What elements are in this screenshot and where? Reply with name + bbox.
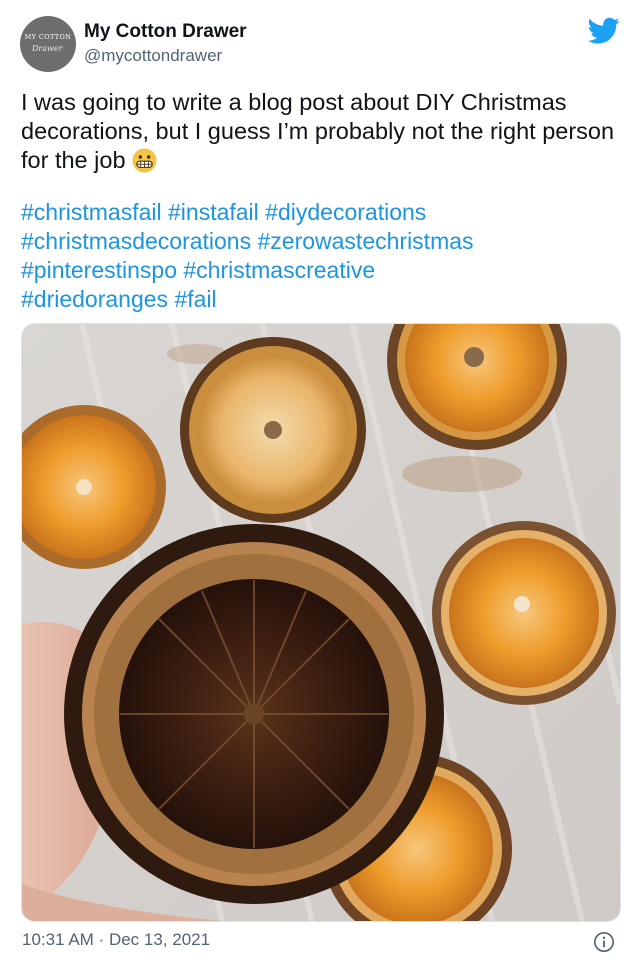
hashtag-link[interactable]: #christmascreative [183, 257, 375, 283]
hashtag-link[interactable]: #zerowastechristmas [258, 228, 474, 254]
tweet-text: I was going to write a blog post about D… [21, 88, 621, 175]
hashtag-link[interactable]: #driedoranges [21, 286, 168, 312]
tweet-timestamp[interactable]: 10:31 AM · Dec 13, 2021 [22, 930, 210, 950]
hashtag-list: #christmasfail #instafail #diydecoration… [21, 198, 621, 314]
author-display-name[interactable]: My Cotton Drawer [84, 21, 247, 43]
avatar-logo-text: MY COTTON [24, 33, 72, 41]
tweet-photo[interactable] [21, 323, 621, 922]
timestamp-separator: · [93, 930, 109, 949]
hashtag-link[interactable]: #christmasdecorations [21, 228, 251, 254]
tweet-date: Dec 13, 2021 [108, 930, 211, 949]
hashtag-link[interactable]: #instafail [168, 199, 259, 225]
hashtag-link[interactable]: #christmasfail [21, 199, 162, 225]
tweet-card: MY COTTON Drawer My Cotton Drawer @mycot… [0, 0, 640, 961]
tweet-time: 10:31 AM [22, 930, 94, 949]
hashtag-link[interactable]: #pinterestinspo [21, 257, 177, 283]
grimacing-face-icon [132, 148, 156, 173]
twitter-bird-icon[interactable] [588, 17, 620, 45]
author-handle[interactable]: @mycottondrawer [84, 46, 222, 66]
avatar-logo-script: Drawer [32, 44, 63, 53]
avatar[interactable]: MY COTTON Drawer [20, 16, 76, 72]
hashtag-link[interactable]: #fail [174, 286, 216, 312]
hashtag-link[interactable]: #diydecorations [265, 199, 426, 225]
dried-oranges-image [22, 324, 620, 921]
info-icon[interactable] [593, 931, 615, 953]
tweet-text-body: I was going to write a blog post about D… [21, 89, 615, 173]
